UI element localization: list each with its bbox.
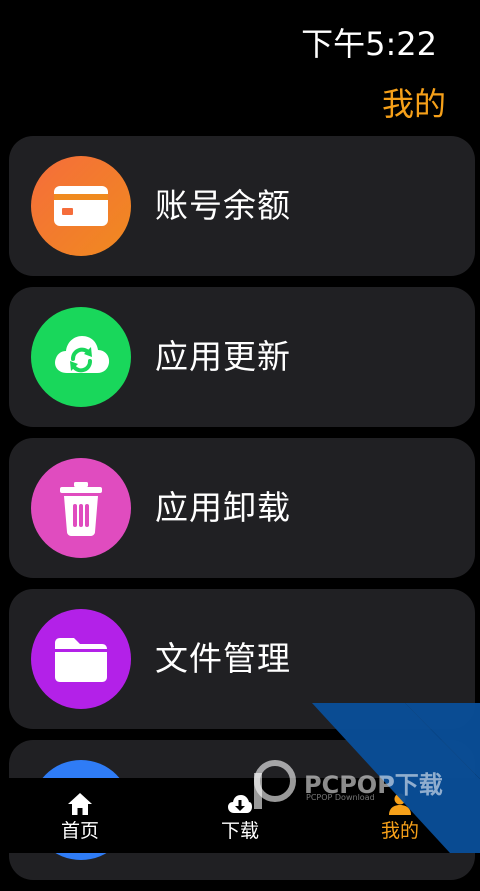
cloud-download-icon [228,795,252,813]
menu-item-file-manager[interactable]: 文件管理 [9,589,475,729]
nav-label: 我的 [380,820,419,842]
bottom-nav: 首页 下载 我的 [0,778,480,853]
nav-item-mine[interactable]: 我的 [320,778,480,853]
nav-item-home[interactable]: 首页 [0,778,160,853]
home-icon [68,793,92,815]
person-icon [389,793,411,815]
menu-item-label: 应用卸载 [155,488,291,527]
nav-label: 下载 [220,820,259,842]
card-icon [31,156,131,256]
page-title: 我的 [381,85,446,123]
menu-item-label: 账号余额 [155,186,291,225]
menu-item-label: 应用更新 [155,337,291,376]
nav-label: 首页 [60,820,99,842]
menu-item-app-uninstall[interactable]: 应用卸载 [9,438,475,578]
nav-item-download[interactable]: 下载 [160,778,320,853]
status-time: 下午5:22 [301,25,437,63]
cloud-sync-icon [31,307,131,407]
menu-item-account-balance[interactable]: 账号余额 [9,136,475,276]
trash-icon [31,458,131,558]
menu-item-label: 文件管理 [155,639,291,678]
folder-icon [31,609,131,709]
menu-item-app-update[interactable]: 应用更新 [9,287,475,427]
